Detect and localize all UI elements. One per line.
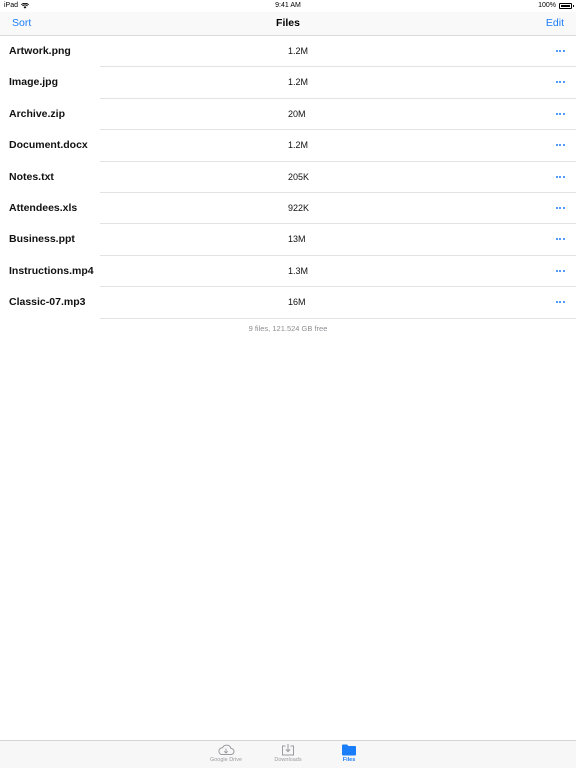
folder-icon bbox=[342, 744, 356, 756]
more-icon[interactable] bbox=[554, 110, 566, 118]
more-icon[interactable] bbox=[554, 78, 566, 86]
status-time: 9:41 AM bbox=[275, 2, 301, 9]
file-row[interactable]: Instructions.mp4 1.3M bbox=[0, 256, 576, 288]
tab-google-drive[interactable]: Google Drive bbox=[196, 743, 256, 763]
file-name: Image.jpg bbox=[9, 76, 59, 89]
file-row[interactable]: Classic-07.mp3 16M bbox=[0, 287, 576, 319]
more-icon[interactable] bbox=[554, 141, 566, 149]
file-size: 1.2M bbox=[288, 46, 309, 56]
more-icon[interactable] bbox=[554, 173, 566, 181]
edit-button[interactable]: Edit bbox=[546, 17, 564, 29]
battery-icon bbox=[559, 2, 574, 9]
status-right: 100% bbox=[538, 2, 574, 9]
file-size: 20M bbox=[288, 108, 306, 119]
file-row[interactable]: Document.docx 1.2M bbox=[0, 130, 576, 162]
download-tray-icon bbox=[282, 744, 294, 756]
file-size: 922K bbox=[288, 202, 310, 213]
tab-files[interactable]: Files bbox=[319, 743, 379, 763]
file-row[interactable]: Attendees.xls 922K bbox=[0, 193, 576, 225]
tab-label: Google Drive bbox=[209, 757, 243, 763]
file-row[interactable]: Image.jpg 1.2M bbox=[0, 67, 576, 100]
file-name: Classic-07.mp3 bbox=[9, 296, 86, 309]
cloud-icon bbox=[218, 744, 235, 755]
file-name: Instructions.mp4 bbox=[9, 264, 94, 277]
tab-label: Files bbox=[342, 757, 356, 763]
tab-label: Downloads bbox=[274, 757, 302, 763]
file-size: 1.3M bbox=[288, 265, 309, 276]
file-name: Archive.zip bbox=[9, 107, 66, 120]
status-bar: iPad 9:41 AM 100% bbox=[0, 0, 576, 12]
file-name: Artwork.png bbox=[9, 45, 71, 57]
tab-bar: Google Drive Downloads Files bbox=[0, 740, 576, 768]
file-name: Attendees.xls bbox=[9, 201, 78, 214]
tab-downloads[interactable]: Downloads bbox=[258, 743, 318, 763]
file-row[interactable]: Notes.txt 205K bbox=[0, 162, 576, 194]
more-icon[interactable] bbox=[554, 298, 566, 306]
more-icon[interactable] bbox=[554, 267, 566, 275]
file-name: Document.docx bbox=[9, 139, 88, 152]
file-row[interactable]: Archive.zip 20M bbox=[0, 99, 576, 131]
file-name: Business.ppt bbox=[9, 233, 75, 246]
files-screen: iPad 9:41 AM 100% Sort Files Edit Artwor… bbox=[0, 0, 576, 768]
file-size: 13M bbox=[288, 234, 306, 245]
nav-bar: Sort Files Edit bbox=[0, 12, 576, 36]
file-list: Artwork.png 1.2M Image.jpg 1.2M Archive.… bbox=[0, 36, 576, 319]
file-name: Notes.txt bbox=[9, 170, 54, 183]
storage-summary: 9 files, 121.524 GB free bbox=[248, 324, 328, 333]
file-size: 1.2M bbox=[288, 140, 309, 151]
file-size: 1.2M bbox=[288, 77, 309, 88]
file-row[interactable]: Business.ppt 13M bbox=[0, 224, 576, 257]
page-title: Files bbox=[276, 17, 300, 29]
file-size: 205K bbox=[288, 171, 310, 182]
more-icon[interactable] bbox=[554, 47, 566, 55]
more-icon[interactable] bbox=[554, 204, 566, 212]
battery-percent: 100% bbox=[538, 2, 556, 9]
file-row[interactable]: Artwork.png 1.2M bbox=[0, 36, 576, 68]
file-size: 16M bbox=[288, 297, 306, 308]
more-icon[interactable] bbox=[554, 235, 566, 243]
